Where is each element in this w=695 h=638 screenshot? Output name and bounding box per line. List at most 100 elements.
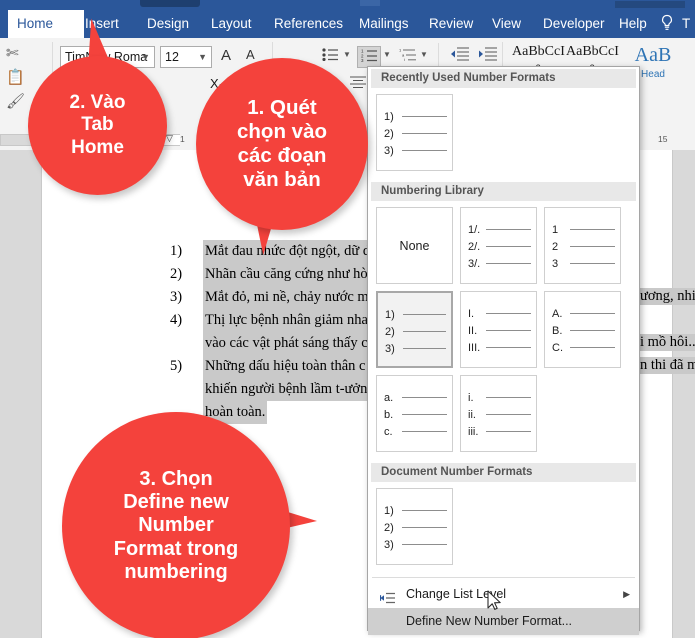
marker-label: I. [468, 307, 475, 320]
document-text-fragment: n thi đã m [640, 357, 695, 374]
preview-line [402, 149, 447, 152]
menu-item-change-list-level[interactable]: Change List Level ▶ [368, 581, 639, 608]
preview-line [402, 509, 447, 512]
chevron-down-icon[interactable]: ▼ [198, 47, 207, 68]
tab-design[interactable]: Design [138, 10, 198, 38]
tab-mailings[interactable]: Mailings [350, 10, 418, 38]
preview-line [402, 115, 447, 118]
list-text: Nhãn cầu căng cứng như hò [203, 263, 370, 286]
menu-item-label: Define New Number Format... [406, 614, 573, 628]
preview-line [486, 312, 531, 315]
preview-line [486, 430, 531, 433]
callout-line: Format trong [113, 537, 239, 560]
preview-line [486, 413, 531, 416]
tab-developer[interactable]: Developer [534, 10, 614, 38]
section-header-numbering-library: Numbering Library [371, 182, 636, 201]
menu-item-label: Change List Level [406, 587, 507, 601]
marker-label: 1) [384, 504, 394, 517]
preview-line [403, 330, 446, 333]
callout-line: numbering [124, 560, 228, 583]
preview-line [402, 526, 447, 529]
number-format-cell[interactable]: a. b. c. [376, 375, 453, 452]
tab-layout[interactable]: Layout [202, 10, 261, 38]
preview-line [570, 312, 615, 315]
style-preview: AaBbCcI [566, 44, 619, 59]
marker-label: A. [552, 307, 563, 320]
number-format-cell[interactable]: I. II. III. [460, 291, 537, 368]
callout-line: Home [71, 136, 124, 158]
callout-step-2: 2. Vào Tab Home [28, 56, 167, 195]
list-number: 5) [170, 358, 183, 374]
multilevel-chevron-down-icon[interactable]: ▼ [420, 50, 428, 59]
preview-line [402, 132, 447, 135]
lightbulb-icon[interactable] [660, 14, 674, 37]
marker-label: 1 [552, 223, 559, 236]
number-format-cell-selected[interactable]: 1) 2) 3) [376, 291, 453, 368]
number-format-cell[interactable]: A. B. C. [544, 291, 621, 368]
marker-label: 3) [384, 144, 394, 157]
window-controls[interactable] [615, 1, 685, 8]
shrink-font-icon[interactable]: A [246, 47, 255, 62]
list-text: vào các vật phát sáng thấy c [203, 332, 370, 355]
menu-separator [372, 577, 635, 578]
menu-item-define-new-number-format[interactable]: Define New Number Format... [368, 608, 639, 635]
copy-icon[interactable]: 📋 [6, 68, 25, 86]
numbering-dropdown-panel[interactable]: Recently Used Number Formats 1) 2) 3) Nu… [367, 66, 640, 635]
decrease-indent-icon[interactable] [450, 47, 470, 64]
tell-me-label[interactable]: T [682, 10, 690, 38]
marker-label: a. [384, 391, 394, 404]
marker-label: III. [468, 341, 481, 354]
svg-text:3: 3 [361, 58, 364, 62]
number-format-cell[interactable]: i. ii. iii. [460, 375, 537, 452]
number-format-cell-none[interactable]: None [376, 207, 453, 284]
numbering-icon[interactable]: 123 [357, 46, 381, 68]
callout-line: văn bản [243, 167, 321, 191]
number-format-cell[interactable]: 1 2 3 [544, 207, 621, 284]
multilevel-list-icon[interactable]: 1ai [396, 46, 420, 68]
grow-font-icon[interactable]: A [221, 47, 231, 64]
number-format-cell[interactable]: 1) 2) 3) [376, 94, 453, 171]
bullets-chevron-down-icon[interactable]: ▼ [343, 50, 351, 59]
marker-label: 3) [385, 342, 395, 355]
preview-line [570, 245, 615, 248]
preview-line [486, 245, 531, 248]
numbering-library-gallery: None 1/. 2/. 3/. 1 2 3 1) 2) 3) I. II. I… [368, 201, 639, 461]
submenu-arrow-icon: ▶ [623, 589, 630, 599]
none-label: None [399, 238, 430, 253]
align-center-icon[interactable] [350, 76, 366, 91]
callout-line: các đoạn [237, 144, 327, 167]
style-preview: AaB [634, 44, 672, 66]
indent-marker-icon[interactable]: ▽ [166, 133, 173, 144]
marker-label: 2 [552, 240, 559, 253]
document-text-fragment: i mồ hôi.. [640, 334, 695, 351]
ruler-tick-15: 15 [658, 134, 668, 144]
tab-home[interactable]: Home [8, 10, 84, 38]
marker-label: i. [468, 391, 474, 404]
font-size-value: 12 [165, 50, 179, 64]
increase-indent-icon[interactable] [478, 47, 498, 64]
list-number: 2) [170, 266, 183, 282]
section-header-document-formats: Document Number Formats [371, 463, 636, 482]
number-format-cell[interactable]: 1) 2) 3) [376, 488, 453, 565]
list-text: Mắt đau nhức đột ngột, dữ d [203, 240, 373, 263]
font-size-combobox[interactable]: 12 ▼ [160, 46, 212, 68]
format-painter-icon[interactable]: 🖌 [6, 92, 25, 110]
cut-scissors-icon[interactable]: ✄ [6, 44, 19, 62]
tab-view[interactable]: View [483, 10, 530, 38]
preview-line [570, 228, 615, 231]
callout-line: 2. Vào [69, 92, 126, 114]
bullets-icon[interactable] [318, 46, 342, 68]
tab-help[interactable]: Help [610, 10, 656, 38]
marker-label: 3 [552, 257, 559, 270]
document-text-fragment: ương, nhi [640, 288, 695, 305]
tab-references[interactable]: References [265, 10, 352, 38]
number-format-cell[interactable]: 1/. 2/. 3/. [460, 207, 537, 284]
tab-review[interactable]: Review [420, 10, 482, 38]
preview-line [570, 329, 615, 332]
callout-step-3: 3. Chọn Define new Number Format trong n… [62, 412, 290, 638]
chevron-down-icon[interactable]: ▼ [141, 47, 150, 68]
marker-label: c. [384, 425, 393, 438]
numbering-chevron-down-icon[interactable]: ▼ [383, 50, 391, 59]
svg-text:i: i [404, 57, 405, 61]
quick-access-toolbar[interactable] [140, 0, 200, 7]
